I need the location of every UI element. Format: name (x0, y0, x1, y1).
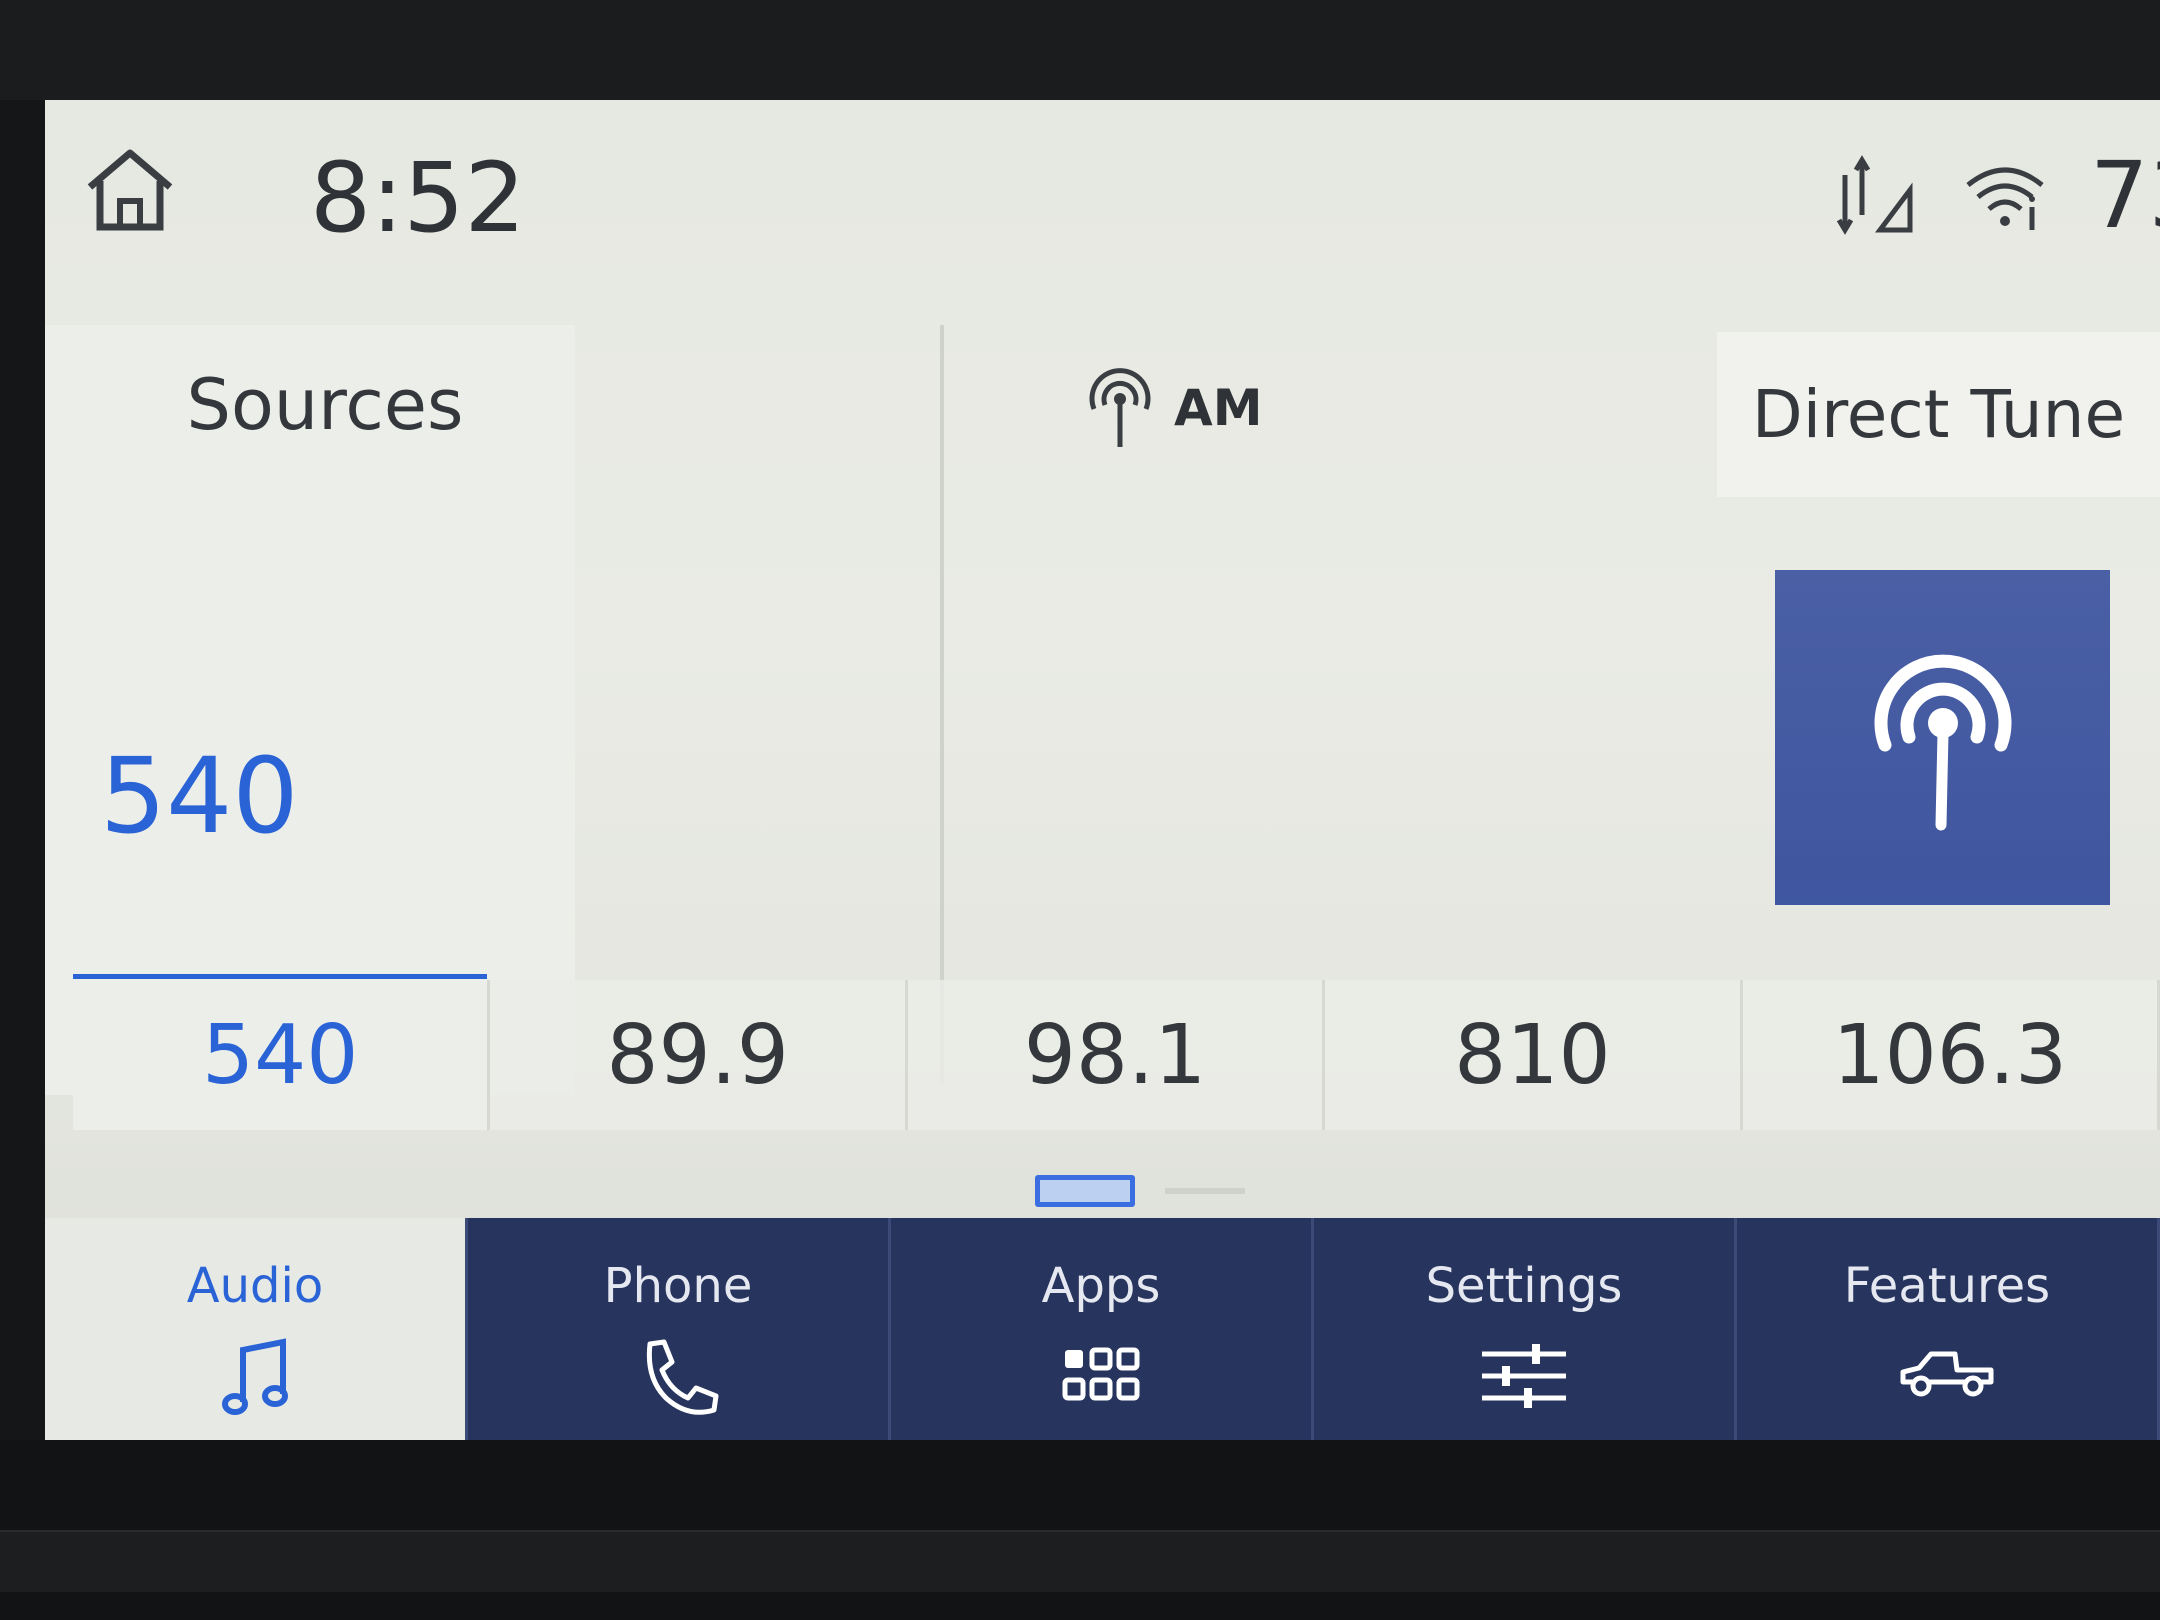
current-station: 540 (100, 735, 299, 857)
nav-settings-label: Settings (1425, 1258, 1623, 1314)
preset-3[interactable]: 98.1 (907, 980, 1326, 1130)
clock: 8:52 (310, 142, 526, 254)
preset-bar: 540 89.9 98.1 810 106.3 (73, 974, 2160, 1140)
nav-audio-label: Audio (186, 1258, 324, 1314)
home-icon[interactable] (80, 145, 180, 235)
nav-phone-label: Phone (603, 1258, 753, 1314)
page-dot[interactable] (1165, 1188, 1245, 1194)
sources-button[interactable]: Sources (45, 325, 575, 485)
band-indicator: AM (1080, 365, 1262, 450)
wifi-icon (1960, 155, 2050, 235)
nav-apps-label: Apps (1041, 1258, 1161, 1314)
phone-icon (646, 1339, 719, 1415)
nav-phone[interactable]: Phone (468, 1218, 891, 1450)
status-icons: 73 (1830, 142, 2160, 249)
preset-4[interactable]: 810 (1325, 980, 1743, 1130)
nav-apps[interactable]: Apps (891, 1218, 1314, 1450)
antenna-icon (1874, 654, 2011, 830)
preset-1[interactable]: 540 (73, 974, 491, 1130)
nav-audio[interactable]: Audio (45, 1218, 468, 1450)
bottom-nav: Audio Phone Apps Settings Features (45, 1218, 2160, 1450)
preset-2[interactable]: 89.9 (490, 980, 908, 1130)
divider (940, 325, 944, 1085)
direct-tune-button[interactable]: Direct Tune (1717, 332, 2160, 497)
apps-grid-icon (1062, 1347, 1140, 1401)
nav-features[interactable]: Features (1737, 1218, 2160, 1450)
nav-features-label: Features (1843, 1258, 2051, 1314)
truck-icon (1900, 1351, 1994, 1397)
station-artwork-tile (1775, 570, 2110, 905)
music-note-icon (222, 1338, 288, 1415)
page-indicator (1035, 1175, 1245, 1207)
signal-icon (1830, 150, 1920, 240)
radio-screen: 8:52 73 Sources 540 (45, 100, 2160, 1450)
bezel-top (0, 0, 2160, 110)
bezel-left (0, 100, 50, 1450)
page-dot-active[interactable] (1035, 1175, 1135, 1207)
band-label: AM (1174, 378, 1263, 437)
antenna-icon (1080, 365, 1160, 450)
temperature: 73 (2090, 141, 2160, 249)
nav-settings[interactable]: Settings (1314, 1218, 1737, 1450)
preset-5[interactable]: 106.3 (1742, 980, 2160, 1130)
bezel-bottom (0, 1440, 2160, 1620)
sliders-icon (1482, 1344, 1566, 1408)
